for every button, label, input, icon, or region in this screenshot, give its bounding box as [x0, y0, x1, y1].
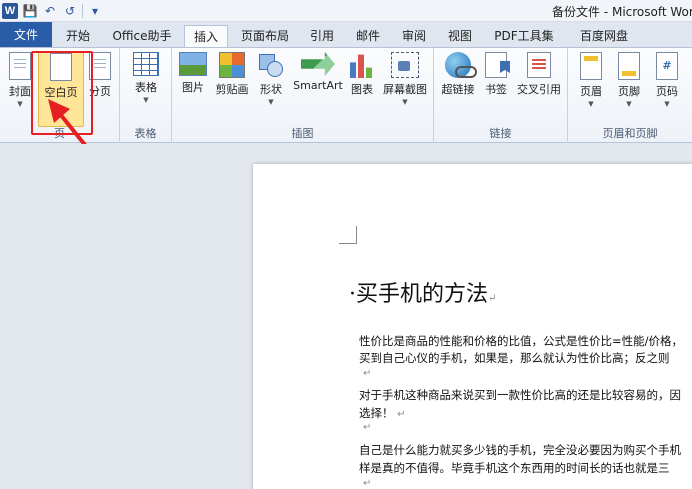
paragraph-line[interactable]: 自己是什么能力就买多少钱的手机，完全没必要因为购买个手机	[359, 441, 681, 459]
chevron-down-icon: ▼	[588, 100, 594, 108]
shapes-label: 形状	[260, 83, 282, 96]
tab-file[interactable]: 文件	[0, 22, 52, 48]
header-label: 页眉	[580, 85, 602, 98]
picture-button[interactable]: 图片	[176, 52, 210, 95]
paragraph-mark: ↵	[397, 409, 406, 420]
paragraph-text: 选择！	[359, 406, 394, 420]
paragraph-line[interactable]: 性价比是商品的性能和价格的比值，公式是性价比=性能/价格，	[359, 332, 683, 350]
header-icon	[580, 52, 602, 80]
bookmark-button[interactable]: 书签	[480, 52, 512, 97]
group-label-header-footer: 页眉和页脚	[602, 127, 658, 140]
group-illustrations: 图片 剪贴画 形状 ▼ SmartArt 图表 屏幕截图 ▼ 插图	[172, 48, 434, 143]
footer-button[interactable]: 页脚 ▼	[612, 52, 646, 108]
title-text: 买手机的方法	[356, 282, 489, 307]
hyperlink-button[interactable]: 超链接	[438, 52, 478, 97]
tab-page-layout[interactable]: 页面布局	[234, 25, 296, 47]
screenshot-button[interactable]: 屏幕截图 ▼	[380, 52, 430, 106]
chevron-down-icon: ▼	[268, 98, 274, 106]
clipart-button[interactable]: 剪贴画	[212, 52, 252, 97]
paragraph-line[interactable]: 样是真的不值得。毕竟手机这个东西用的时间长的话也就是三	[359, 459, 670, 477]
group-label-illustrations: 插图	[291, 127, 314, 140]
qa-separator	[82, 4, 83, 18]
smartart-label: SmartArt	[293, 79, 343, 92]
picture-icon	[179, 52, 207, 76]
hyperlink-globe-icon	[445, 52, 477, 78]
customize-qa-icon[interactable]: ▾	[87, 3, 103, 19]
paragraph-line[interactable]: 对于手机这种商品来说买到一款性价比高的还是比较容易的，因	[359, 386, 681, 404]
page-number-button[interactable]: # 页码 ▼	[650, 52, 684, 108]
group-header-footer: 页眉 ▼ 页脚 ▼ # 页码 ▼ 页眉和页脚	[568, 48, 692, 143]
chevron-down-icon: ▼	[664, 100, 670, 108]
tab-pdf-tools[interactable]: PDF工具集	[486, 25, 562, 47]
chart-icon	[348, 54, 376, 78]
clipart-icon	[219, 52, 245, 78]
redo-icon[interactable]: ↺	[62, 3, 78, 19]
group-label-links: 链接	[489, 127, 512, 140]
cross-reference-icon	[527, 52, 551, 78]
tab-insert[interactable]: 插入	[184, 25, 228, 49]
paragraph-line[interactable]: 买到自己心仪的手机，如果是，那么就认为性价比高；反之则	[359, 349, 670, 367]
quick-access-toolbar: W 💾 ↶ ↺ ▾	[2, 2, 103, 20]
smartart-button[interactable]: SmartArt	[290, 52, 346, 92]
table-label: 表格	[135, 81, 157, 94]
chart-button[interactable]: 图表	[346, 52, 378, 97]
footer-label: 页脚	[618, 85, 640, 98]
save-icon[interactable]: 💾	[22, 3, 38, 19]
tab-mailings[interactable]: 邮件	[348, 25, 388, 47]
title-bullet: ·	[349, 282, 356, 307]
paragraph-mark: ↵	[363, 478, 372, 489]
chevron-down-icon: ▼	[626, 100, 632, 108]
document-page[interactable]: ·买手机的方法↵ 性价比是商品的性能和价格的比值，公式是性价比=性能/价格， 买…	[253, 164, 692, 489]
table-button[interactable]: 表格 ▼	[128, 52, 164, 104]
group-links: 超链接 书签 交叉引用 链接	[434, 48, 568, 143]
header-button[interactable]: 页眉 ▼	[574, 52, 608, 108]
paragraph-mark: ↵	[488, 293, 497, 304]
chevron-down-icon: ▼	[143, 96, 149, 104]
shapes-icon	[257, 52, 285, 78]
paragraph-line[interactable]: 选择！ ↵	[359, 404, 406, 424]
chart-label: 图表	[351, 83, 373, 96]
page-number-label: 页码	[656, 85, 678, 98]
document-area[interactable]: ·买手机的方法↵ 性价比是商品的性能和价格的比值，公式是性价比=性能/价格， 买…	[0, 144, 692, 489]
tab-home[interactable]: 开始	[56, 25, 100, 47]
ribbon-tabs: 文件 开始 Office助手 插入 页面布局 引用 邮件 审阅 视图 PDF工具…	[0, 22, 692, 49]
tab-office-helper[interactable]: Office助手	[104, 25, 180, 47]
smartart-icon	[301, 52, 335, 76]
paragraph-mark: ↵	[363, 422, 372, 433]
hyperlink-label: 超链接	[441, 83, 475, 96]
shapes-button[interactable]: 形状 ▼	[254, 52, 288, 106]
document-title[interactable]: ·买手机的方法↵	[349, 276, 496, 308]
window-title: 备份文件 - Microsoft Word	[552, 5, 692, 19]
word-app-icon[interactable]: W	[2, 3, 18, 19]
tab-view[interactable]: 视图	[440, 25, 480, 47]
cross-reference-label: 交叉引用	[517, 83, 561, 96]
chevron-down-icon: ▼	[402, 98, 408, 106]
margin-corner-mark	[339, 226, 357, 244]
tab-references[interactable]: 引用	[302, 25, 342, 47]
picture-label: 图片	[182, 81, 204, 94]
tab-review[interactable]: 审阅	[394, 25, 434, 47]
screenshot-icon	[391, 52, 419, 78]
tab-baidu-netdisk[interactable]: 百度网盘	[568, 25, 640, 47]
table-icon	[133, 52, 159, 76]
cover-page-icon	[9, 52, 31, 80]
bookmark-label: 书签	[485, 83, 507, 96]
page-number-icon: #	[656, 52, 678, 80]
title-bar: W 💾 ↶ ↺ ▾ 备份文件 - Microsoft Word	[0, 0, 692, 22]
screenshot-label: 屏幕截图	[383, 83, 427, 96]
cross-reference-button[interactable]: 交叉引用	[514, 52, 564, 97]
undo-icon[interactable]: ↶	[42, 3, 58, 19]
paragraph-mark: ↵	[363, 368, 372, 379]
bookmark-icon	[485, 52, 507, 78]
footer-icon	[618, 52, 640, 80]
clipart-label: 剪贴画	[215, 83, 249, 96]
